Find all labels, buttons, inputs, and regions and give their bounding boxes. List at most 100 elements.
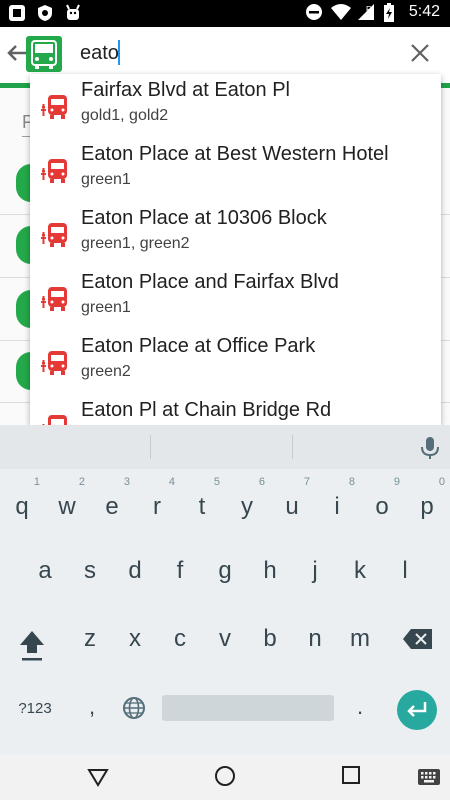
bus-stop-icon <box>41 159 67 183</box>
key-t[interactable]: t5 <box>180 476 224 533</box>
key-hint: 4 <box>168 476 175 488</box>
key-hint: 5 <box>213 476 220 488</box>
suggestion-item[interactable]: Eaton Place and Fairfax Blvd green1 <box>30 266 441 330</box>
bus-stop-icon <box>41 223 67 247</box>
key-hint: 8 <box>348 476 355 488</box>
key-label: q <box>15 493 29 520</box>
key-p[interactable]: p0 <box>405 476 449 533</box>
key-k[interactable]: k <box>338 545 382 597</box>
suggestion-item[interactable]: Eaton Place at 10306 Block green1, green… <box>30 202 441 266</box>
key-i[interactable]: i8 <box>315 476 359 533</box>
nav-home-button[interactable] <box>213 764 237 788</box>
key-hint: 7 <box>303 476 310 488</box>
home-circle-icon <box>215 766 235 786</box>
key-h[interactable]: h <box>248 545 292 597</box>
key-label: r <box>153 493 161 520</box>
suggestion-title: Eaton Place at 10306 Block <box>81 207 327 229</box>
suggestion-routes: green1 <box>81 171 131 188</box>
bus-stop-icon <box>41 351 67 375</box>
nav-recents-button[interactable] <box>341 765 361 785</box>
globe-icon <box>123 697 145 719</box>
voice-input-button[interactable] <box>418 435 442 461</box>
key-y[interactable]: y6 <box>225 476 269 533</box>
wifi-icon <box>330 3 351 21</box>
suggestion-item[interactable]: Eaton Pl at Chain Bridge Rd <box>30 394 441 425</box>
suggestion-routes: green1, green2 <box>81 235 190 252</box>
key-m[interactable]: m <box>338 613 382 665</box>
nav-keyboard-switch-button[interactable] <box>417 768 441 786</box>
key-hint: 9 <box>393 476 400 488</box>
shift-arrow-icon <box>20 631 44 661</box>
key-label: i <box>334 493 340 520</box>
key-j[interactable]: j <box>293 545 337 597</box>
key-hint: 3 <box>123 476 130 488</box>
close-icon <box>411 44 429 62</box>
suggestion-routes: green1 <box>81 299 131 316</box>
suggestion-title: Eaton Pl at Chain Bridge Rd <box>81 399 332 421</box>
text-cursor <box>118 40 120 65</box>
key-hint: 6 <box>258 476 265 488</box>
key-label: o <box>375 493 389 520</box>
keyboard-switch-icon <box>418 769 440 785</box>
suggestion-title: Eaton Place at Office Park <box>81 335 316 357</box>
key-l[interactable]: l <box>383 545 427 597</box>
suggestions-dropdown: Fairfax Blvd at Eaton Pl gold1, gold2 Ea… <box>30 74 441 425</box>
key-n[interactable]: n <box>293 613 337 665</box>
space-key[interactable] <box>162 695 334 721</box>
suggestion-separator <box>150 435 151 459</box>
enter-key[interactable] <box>397 690 437 730</box>
suggestion-item[interactable]: Fairfax Blvd at Eaton Pl gold1, gold2 <box>30 74 441 138</box>
keyboard-suggestion-strip <box>0 425 450 469</box>
key-hint: 0 <box>438 476 445 488</box>
search-input[interactable] <box>80 38 400 68</box>
do-not-disturb-icon <box>305 3 323 21</box>
key-hint: 1 <box>33 476 40 488</box>
status-bar: R 5:42 <box>0 0 450 27</box>
key-x[interactable]: x <box>113 613 157 665</box>
enter-arrow-icon <box>407 702 427 717</box>
key-g[interactable]: g <box>203 545 247 597</box>
key-label: t <box>198 493 206 520</box>
period-key[interactable]: . <box>346 691 374 723</box>
key-o[interactable]: o9 <box>360 476 404 533</box>
key-c[interactable]: c <box>158 613 202 665</box>
bus-stop-icon <box>42 415 67 425</box>
bus-stop-icon <box>41 287 67 311</box>
key-v[interactable]: v <box>203 613 247 665</box>
bus-logo-icon <box>31 40 57 69</box>
symbols-key[interactable]: ?123 <box>10 697 60 721</box>
key-d[interactable]: d <box>113 545 157 597</box>
back-triangle-icon <box>87 769 109 787</box>
key-e[interactable]: e3 <box>90 476 134 533</box>
key-q[interactable]: q1 <box>0 476 44 533</box>
key-u[interactable]: u7 <box>270 476 314 533</box>
key-label: y <box>241 493 253 520</box>
suggestion-item[interactable]: Eaton Place at Office Park green2 <box>30 330 441 394</box>
backspace-icon <box>403 629 432 649</box>
key-b[interactable]: b <box>248 613 292 665</box>
suggestion-item[interactable]: Eaton Place at Best Western Hotel green1 <box>30 138 441 202</box>
key-z[interactable]: z <box>68 613 112 665</box>
shift-key[interactable] <box>10 623 54 667</box>
nav-back-button[interactable] <box>86 765 110 789</box>
suggestion-separator <box>292 435 293 459</box>
key-s[interactable]: s <box>68 545 112 597</box>
comma-key[interactable]: , <box>78 691 106 723</box>
backspace-key[interactable] <box>402 627 434 651</box>
clear-search-button[interactable] <box>407 40 433 66</box>
key-label: p <box>420 493 434 520</box>
key-label: e <box>105 493 119 520</box>
key-a[interactable]: a <box>23 545 67 597</box>
key-w[interactable]: w2 <box>45 476 89 533</box>
app-logo[interactable] <box>26 36 62 72</box>
key-hint: 2 <box>78 476 85 488</box>
key-r[interactable]: r4 <box>135 476 179 533</box>
microphone-icon <box>421 437 439 459</box>
recents-square-icon <box>342 766 360 784</box>
language-key[interactable] <box>121 695 147 721</box>
suggestion-title: Eaton Place at Best Western Hotel <box>81 143 389 165</box>
suggestion-title: Fairfax Blvd at Eaton Pl <box>81 79 290 101</box>
android-notification-icon <box>8 4 26 22</box>
suggestion-routes: green2 <box>81 363 131 380</box>
key-f[interactable]: f <box>158 545 202 597</box>
